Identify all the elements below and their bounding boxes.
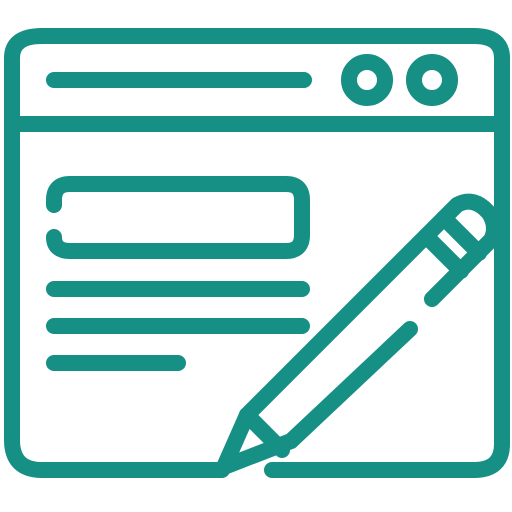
input-field-box: [46, 176, 310, 259]
pencil-band-2: [436, 210, 487, 261]
web-form-edit-graphic: [4, 28, 510, 478]
web-form-edit-icon: [0, 0, 512, 512]
pencil-band-1: [418, 228, 469, 279]
window-control-dot-1: [341, 54, 393, 106]
window-control-dot-2: [406, 54, 458, 106]
